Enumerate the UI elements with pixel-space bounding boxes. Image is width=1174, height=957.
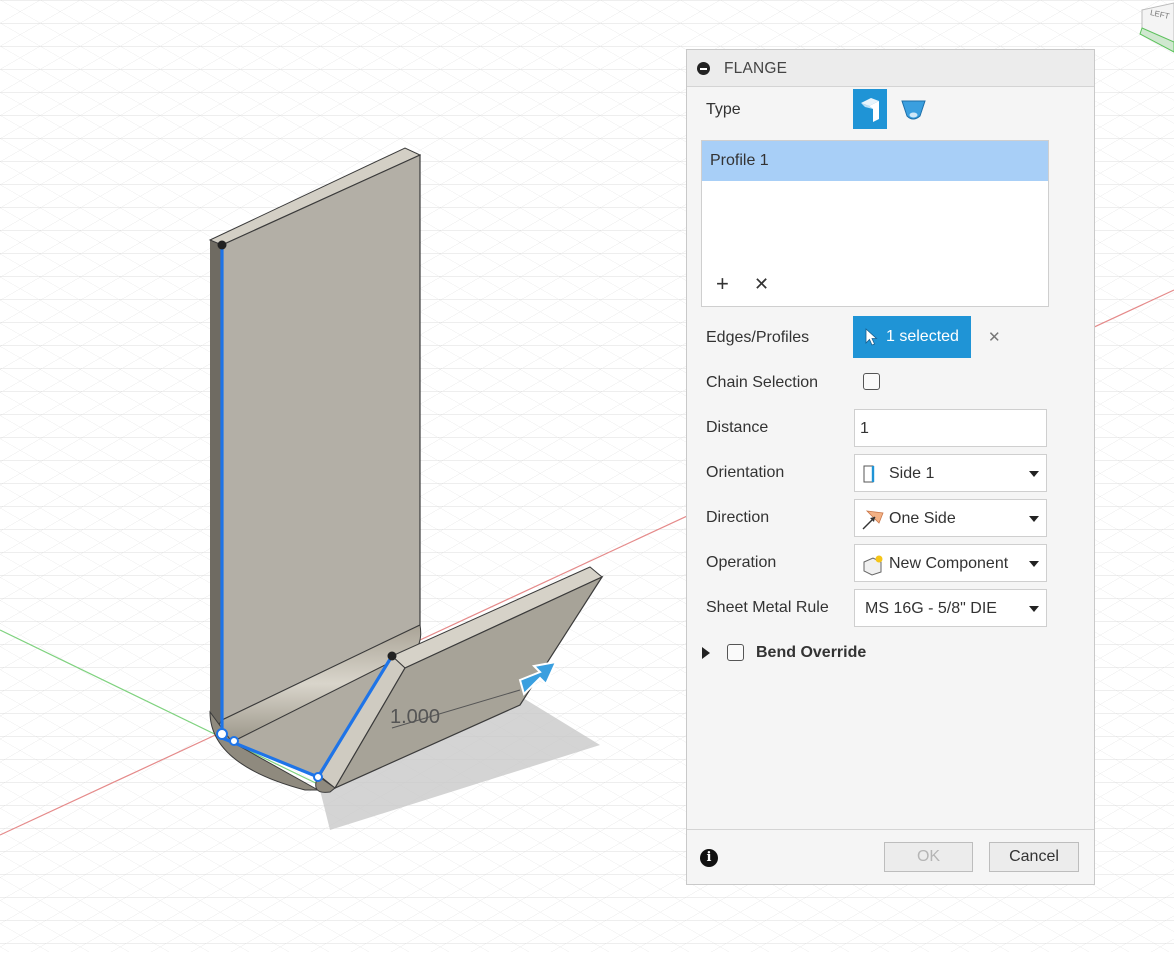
chain-selection-checkbox[interactable] bbox=[863, 373, 880, 390]
clear-selection-icon[interactable]: ✕ bbox=[988, 328, 1001, 346]
wall-edge-face bbox=[210, 240, 222, 730]
chevron-down-icon bbox=[1029, 561, 1039, 567]
type-label: Type bbox=[706, 101, 741, 118]
operation-value: New Component bbox=[889, 555, 1009, 572]
flange-dialog: FLANGE Type Profile 1 + ✕ Edges/Profiles… bbox=[686, 49, 1095, 885]
sheet-metal-rule-value: MS 16G - 5/8" DIE bbox=[865, 600, 997, 617]
edge-vertex-corner[interactable] bbox=[216, 728, 228, 740]
cancel-button[interactable]: Cancel bbox=[989, 842, 1079, 872]
cursor-arrow-icon bbox=[865, 328, 878, 346]
list-item-label: Profile 1 bbox=[710, 152, 769, 169]
operation-label: Operation bbox=[706, 554, 777, 571]
dimension-label[interactable]: 1.000 bbox=[390, 706, 440, 729]
orientation-label: Orientation bbox=[706, 464, 785, 481]
edge-vertex-bottom[interactable] bbox=[313, 772, 323, 782]
dialog-header[interactable]: FLANGE bbox=[687, 50, 1094, 87]
edge-vertex-corner-2[interactable] bbox=[229, 736, 239, 746]
bend-override-checkbox[interactable] bbox=[727, 644, 744, 661]
sheet-metal-rule-label: Sheet Metal Rule bbox=[706, 599, 829, 616]
chevron-down-icon bbox=[1029, 606, 1039, 612]
flange-type-icon bbox=[861, 98, 879, 122]
edge-vertex-top[interactable] bbox=[217, 240, 227, 250]
dialog-title: FLANGE bbox=[724, 60, 788, 77]
direction-value: One Side bbox=[889, 510, 956, 527]
direction-dropdown[interactable]: One Side bbox=[854, 499, 1047, 537]
one-side-direction-icon bbox=[862, 510, 884, 530]
orientation-value: Side 1 bbox=[889, 465, 935, 482]
sheet-metal-rule-dropdown[interactable]: MS 16G - 5/8" DIE bbox=[854, 589, 1047, 627]
contour-flange-icon bbox=[901, 100, 926, 120]
edge-vertex-flange[interactable] bbox=[387, 651, 397, 661]
edges-profiles-label: Edges/Profiles bbox=[706, 329, 810, 346]
distance-label: Distance bbox=[706, 419, 769, 436]
edges-selection-count: 1 selected bbox=[886, 328, 959, 345]
info-icon[interactable]: i bbox=[700, 849, 718, 867]
remove-icon[interactable]: ✕ bbox=[754, 273, 769, 295]
type-contour-button[interactable] bbox=[897, 89, 931, 129]
list-item[interactable]: Profile 1 bbox=[702, 141, 1048, 181]
chevron-down-icon bbox=[1029, 516, 1039, 522]
dialog-footer: i OK Cancel bbox=[687, 829, 1094, 884]
distance-input[interactable]: 1 bbox=[854, 409, 1047, 447]
expand-triangle-icon[interactable] bbox=[702, 647, 710, 659]
distance-value: 1 bbox=[860, 420, 869, 437]
wall-face bbox=[221, 154, 421, 721]
direction-label: Direction bbox=[706, 509, 770, 526]
type-flange-button[interactable] bbox=[853, 89, 887, 129]
side-orientation-icon bbox=[863, 465, 875, 483]
chevron-down-icon bbox=[1029, 471, 1039, 477]
profile-list[interactable]: Profile 1 + ✕ bbox=[701, 140, 1049, 307]
orientation-dropdown[interactable]: Side 1 bbox=[854, 454, 1047, 492]
bend-override-label[interactable]: Bend Override bbox=[756, 644, 866, 662]
ok-button[interactable]: OK bbox=[884, 842, 973, 872]
collapse-icon[interactable] bbox=[697, 62, 710, 75]
operation-dropdown[interactable]: New Component bbox=[854, 544, 1047, 582]
edges-selection-button[interactable]: 1 selected bbox=[853, 316, 971, 358]
chain-selection-label: Chain Selection bbox=[706, 374, 819, 391]
add-icon[interactable]: + bbox=[716, 273, 729, 295]
new-component-icon bbox=[863, 555, 883, 576]
